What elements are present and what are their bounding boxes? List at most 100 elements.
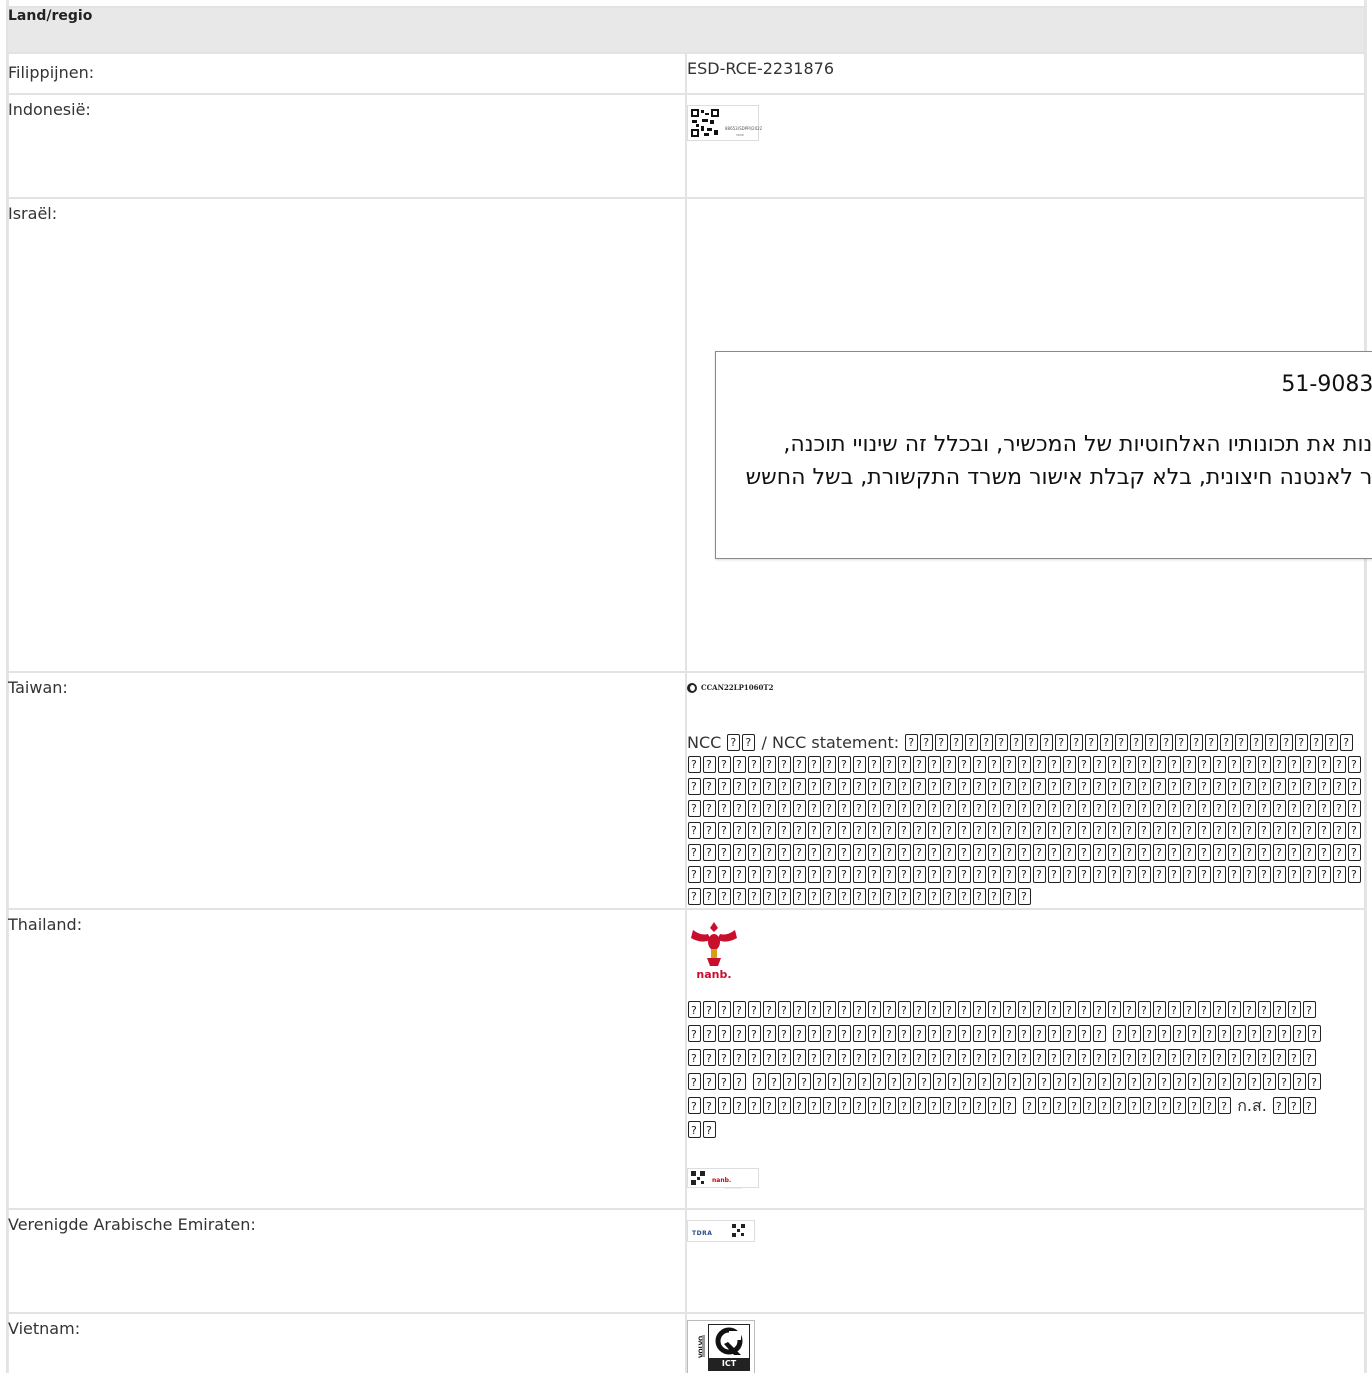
missing-glyph-box (1093, 1023, 1106, 1047)
taiwan-content: CCAN22LP1060T2 NCC / NCC statement: (685, 671, 1366, 910)
missing-glyph-box (1288, 864, 1301, 886)
missing-glyph-box (943, 999, 956, 1023)
missing-glyph-box (733, 820, 746, 842)
missing-glyph-box (778, 886, 791, 908)
missing-glyph-box (1213, 754, 1226, 776)
missing-glyph-box (1243, 864, 1256, 886)
missing-glyph-box (778, 1095, 791, 1119)
missing-glyph-box (1287, 1095, 1301, 1119)
missing-glyph-box (733, 1095, 746, 1119)
missing-glyph-box (1188, 1023, 1202, 1047)
thai-notice: ก.ส. (687, 998, 1364, 1143)
missing-glyph-box (898, 999, 911, 1023)
missing-glyph-box (853, 754, 866, 776)
missing-glyph-box (823, 820, 836, 842)
missing-glyph-box (978, 1071, 992, 1095)
missing-glyph-box (793, 842, 806, 864)
missing-glyph-box (1258, 864, 1271, 886)
missing-glyph-box (778, 798, 791, 820)
missing-glyph-box (1033, 999, 1046, 1023)
missing-glyph-box (1248, 1071, 1262, 1095)
table-row: Vietnam: VOLVO ICT (6, 1312, 1366, 1373)
missing-glyph-box (733, 999, 746, 1023)
missing-glyph-box (958, 886, 971, 908)
missing-glyph-box (958, 842, 971, 864)
missing-glyph-box (1250, 732, 1264, 754)
missing-glyph-box (1128, 1071, 1142, 1095)
missing-glyph-box (1303, 842, 1316, 864)
missing-glyph-box (1318, 776, 1331, 798)
country-cell: Filippijnen: (6, 52, 687, 95)
missing-glyph-box (703, 1071, 716, 1095)
missing-glyph-box (1348, 776, 1361, 798)
missing-glyphs (687, 732, 1362, 908)
missing-glyph-box (973, 754, 986, 776)
missing-glyph-box (858, 1071, 872, 1095)
missing-glyph-box (703, 864, 716, 886)
missing-glyph-box (1128, 1023, 1142, 1047)
missing-glyph-box (1302, 1095, 1316, 1119)
missing-glyph-box (853, 842, 866, 864)
missing-glyph-box (868, 1095, 881, 1119)
missing-glyph-box (1263, 1071, 1277, 1095)
table-row: Israël: מספר אישור התאמה מטעם משרד התקשו… (6, 197, 1372, 673)
missing-glyph-box (1093, 798, 1106, 820)
missing-glyph-box (973, 842, 986, 864)
missing-glyph-box (808, 798, 821, 820)
missing-glyph-box (838, 842, 851, 864)
missing-glyph-box (1318, 864, 1331, 886)
missing-glyph-box (1198, 842, 1211, 864)
missing-glyph-box (988, 754, 1001, 776)
missing-glyph-box (913, 754, 926, 776)
missing-glyph-box (973, 820, 986, 842)
country-cell: Taiwan: (6, 671, 687, 910)
missing-glyph-box (703, 1047, 716, 1071)
missing-glyph-box (1093, 754, 1106, 776)
missing-glyph-box (1158, 1095, 1172, 1119)
missing-glyph-box (733, 776, 746, 798)
missing-glyph-box (973, 999, 986, 1023)
missing-glyph-box (1143, 1095, 1157, 1119)
missing-glyph-box (718, 1095, 731, 1119)
missing-glyph-box (1258, 776, 1271, 798)
missing-glyph-box (1145, 732, 1159, 754)
missing-glyph-box (763, 999, 776, 1023)
missing-glyph-box (838, 798, 851, 820)
missing-glyph-box (778, 1047, 791, 1071)
missing-glyph-box (823, 1047, 836, 1071)
missing-glyph-box (913, 842, 926, 864)
missing-glyph-box (1063, 1047, 1076, 1071)
missing-glyph-box (778, 864, 791, 886)
missing-glyph-box (808, 754, 821, 776)
missing-glyph-box (688, 1047, 701, 1071)
missing-glyph-box (1228, 798, 1241, 820)
missing-glyph-box (763, 1047, 776, 1071)
missing-glyph-box (928, 886, 941, 908)
missing-glyph-box (733, 798, 746, 820)
missing-glyph-box (1168, 798, 1181, 820)
missing-glyph-box (1033, 842, 1046, 864)
missing-glyph-box (688, 864, 701, 886)
missing-glyph-box (1018, 798, 1031, 820)
missing-glyph-box (1130, 732, 1144, 754)
missing-glyph-box (1333, 820, 1346, 842)
missing-glyph-box (1288, 798, 1301, 820)
missing-glyph-box (1273, 1047, 1286, 1071)
missing-glyph-box (853, 776, 866, 798)
missing-glyph-box (1093, 776, 1106, 798)
missing-glyph-box (1018, 776, 1031, 798)
missing-glyph-box (1318, 820, 1331, 842)
country-cell: Thailand: (6, 908, 687, 1210)
missing-glyph-box (733, 842, 746, 864)
missing-glyph-box (853, 999, 866, 1023)
missing-glyph-box (748, 1047, 761, 1071)
missing-glyph-box (1280, 732, 1294, 754)
missing-glyph-box (838, 776, 851, 798)
missing-glyph-box (1258, 999, 1271, 1023)
missing-glyph-box (943, 1023, 956, 1047)
sdppi-certification-label: 88653/SDPPI/2022 5898 (687, 105, 762, 141)
missing-glyph-box (1183, 842, 1196, 864)
missing-glyph-box (1168, 754, 1181, 776)
missing-glyph-box (1018, 864, 1031, 886)
missing-glyph-box (688, 754, 701, 776)
